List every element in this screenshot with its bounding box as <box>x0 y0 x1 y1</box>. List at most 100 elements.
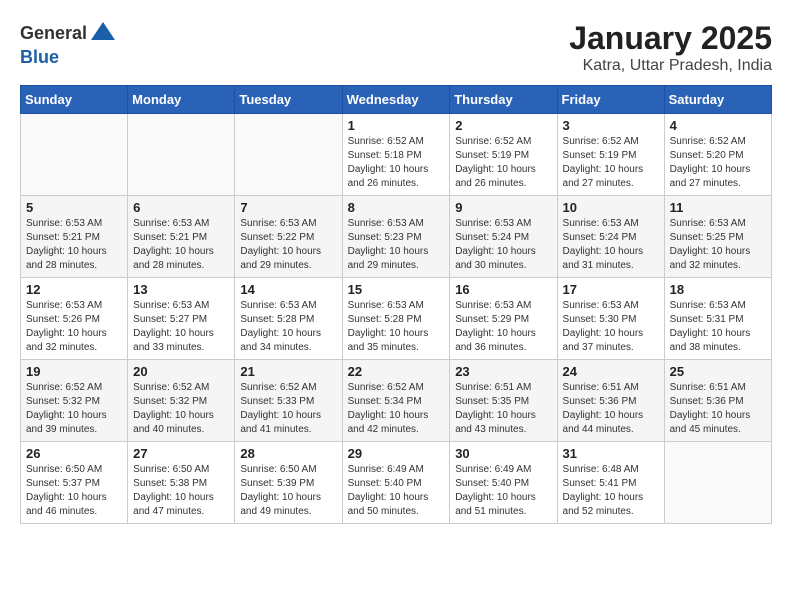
logo-general: General <box>20 23 87 43</box>
week-row-2: 5Sunrise: 6:53 AM Sunset: 5:21 PM Daylig… <box>21 196 772 278</box>
day-info: Sunrise: 6:50 AM Sunset: 5:39 PM Dayligh… <box>240 463 336 519</box>
weekday-saturday: Saturday <box>664 86 771 114</box>
day-number: 14 <box>240 282 336 297</box>
calendar-cell: 9 Sunrise: 6:53 AM Sunset: 5:24 PM Daylig… <box>450 196 557 278</box>
calendar-cell <box>664 442 771 524</box>
day-number: 29 <box>348 446 445 461</box>
week-row-4: 19 Sunrise: 6:52 AM Sunset: 5:32 PM Dayli… <box>21 360 772 442</box>
calendar-cell: 16Sunrise: 6:53 AM Sunset: 5:29 PM Dayli… <box>450 278 557 360</box>
day-number: 27 <box>133 446 229 461</box>
day-number: 11 <box>670 200 766 215</box>
day-info: Sunrise: 6:53 AM Sunset: 5:27 PM Dayligh… <box>133 299 229 355</box>
calendar-table: SundayMondayTuesdayWednesdayThursdayFrid… <box>20 85 772 524</box>
day-info: Sunrise: 6:53 AM Sunset: 5:30 PM Dayligh… <box>563 299 659 355</box>
day-number: 19 <box>26 364 122 379</box>
calendar-cell: 8 Sunrise: 6:53 AM Sunset: 5:23 PM Daylig… <box>342 196 450 278</box>
day-number: 18 <box>670 282 766 297</box>
day-number: 12 <box>26 282 122 297</box>
calendar-title: January 2025 <box>569 20 772 57</box>
weekday-friday: Friday <box>557 86 664 114</box>
day-number: 21 <box>240 364 336 379</box>
calendar-cell: 28 Sunrise: 6:50 AM Sunset: 5:39 PM Dayli… <box>235 442 342 524</box>
day-info: Sunrise: 6:53 AM Sunset: 5:21 PM Dayligh… <box>133 217 229 273</box>
day-number: 10 <box>563 200 659 215</box>
day-info: Sunrise: 6:51 AM Sunset: 5:36 PM Dayligh… <box>670 381 766 437</box>
day-info: Sunrise: 6:53 AM Sunset: 5:28 PM Dayligh… <box>348 299 445 355</box>
calendar-cell: 2 Sunrise: 6:52 AM Sunset: 5:19 PM Daylig… <box>450 114 557 196</box>
calendar-cell: 4 Sunrise: 6:52 AM Sunset: 5:20 PM Daylig… <box>664 114 771 196</box>
day-number: 9 <box>455 200 551 215</box>
day-info: Sunrise: 6:52 AM Sunset: 5:32 PM Dayligh… <box>133 381 229 437</box>
day-number: 8 <box>348 200 445 215</box>
day-info: Sunrise: 6:53 AM Sunset: 5:23 PM Dayligh… <box>348 217 445 273</box>
day-info: Sunrise: 6:52 AM Sunset: 5:20 PM Dayligh… <box>670 135 766 191</box>
day-number: 25 <box>670 364 766 379</box>
day-info: Sunrise: 6:53 AM Sunset: 5:31 PM Dayligh… <box>670 299 766 355</box>
weekday-wednesday: Wednesday <box>342 86 450 114</box>
day-info: Sunrise: 6:52 AM Sunset: 5:34 PM Dayligh… <box>348 381 445 437</box>
day-number: 30 <box>455 446 551 461</box>
calendar-cell: 23Sunrise: 6:51 AM Sunset: 5:35 PM Dayli… <box>450 360 557 442</box>
calendar-cell: 20 Sunrise: 6:52 AM Sunset: 5:32 PM Dayli… <box>128 360 235 442</box>
calendar-cell: 6 Sunrise: 6:53 AM Sunset: 5:21 PM Daylig… <box>128 196 235 278</box>
day-info: Sunrise: 6:53 AM Sunset: 5:24 PM Dayligh… <box>455 217 551 273</box>
calendar-cell: 5Sunrise: 6:53 AM Sunset: 5:21 PM Daylig… <box>21 196 128 278</box>
weekday-thursday: Thursday <box>450 86 557 114</box>
weekday-header-row: SundayMondayTuesdayWednesdayThursdayFrid… <box>21 86 772 114</box>
day-info: Sunrise: 6:52 AM Sunset: 5:19 PM Dayligh… <box>455 135 551 191</box>
day-number: 7 <box>240 200 336 215</box>
day-info: Sunrise: 6:51 AM Sunset: 5:36 PM Dayligh… <box>563 381 659 437</box>
day-info: Sunrise: 6:53 AM Sunset: 5:25 PM Dayligh… <box>670 217 766 273</box>
day-info: Sunrise: 6:53 AM Sunset: 5:29 PM Dayligh… <box>455 299 551 355</box>
day-number: 31 <box>563 446 659 461</box>
weekday-tuesday: Tuesday <box>235 86 342 114</box>
calendar-cell: 31 Sunrise: 6:48 AM Sunset: 5:41 PM Dayli… <box>557 442 664 524</box>
calendar-body: 1 Sunrise: 6:52 AM Sunset: 5:18 PM Daylig… <box>21 114 772 524</box>
day-number: 6 <box>133 200 229 215</box>
calendar-cell: 25 Sunrise: 6:51 AM Sunset: 5:36 PM Dayli… <box>664 360 771 442</box>
day-number: 28 <box>240 446 336 461</box>
weekday-monday: Monday <box>128 86 235 114</box>
calendar-cell: 1 Sunrise: 6:52 AM Sunset: 5:18 PM Daylig… <box>342 114 450 196</box>
day-number: 17 <box>563 282 659 297</box>
calendar-cell: 11 Sunrise: 6:53 AM Sunset: 5:25 PM Dayli… <box>664 196 771 278</box>
day-info: Sunrise: 6:48 AM Sunset: 5:41 PM Dayligh… <box>563 463 659 519</box>
calendar-cell: 21Sunrise: 6:52 AM Sunset: 5:33 PM Dayli… <box>235 360 342 442</box>
day-number: 3 <box>563 118 659 133</box>
day-number: 22 <box>348 364 445 379</box>
day-info: Sunrise: 6:53 AM Sunset: 5:22 PM Dayligh… <box>240 217 336 273</box>
day-number: 26 <box>26 446 122 461</box>
logo: General Blue <box>20 20 117 68</box>
day-info: Sunrise: 6:53 AM Sunset: 5:21 PM Dayligh… <box>26 217 122 273</box>
day-info: Sunrise: 6:53 AM Sunset: 5:24 PM Dayligh… <box>563 217 659 273</box>
calendar-cell: 27 Sunrise: 6:50 AM Sunset: 5:38 PM Dayli… <box>128 442 235 524</box>
day-number: 4 <box>670 118 766 133</box>
day-number: 1 <box>348 118 445 133</box>
calendar-cell: 19Sunrise: 6:52 AM Sunset: 5:32 PM Dayli… <box>21 360 128 442</box>
calendar-cell: 18 Sunrise: 6:53 AM Sunset: 5:31 PM Dayli… <box>664 278 771 360</box>
calendar-cell: 29Sunrise: 6:49 AM Sunset: 5:40 PM Dayli… <box>342 442 450 524</box>
calendar-cell: 22 Sunrise: 6:52 AM Sunset: 5:34 PM Dayli… <box>342 360 450 442</box>
day-number: 23 <box>455 364 551 379</box>
day-number: 2 <box>455 118 551 133</box>
page-header: General Blue January 2025 Katra, Uttar P… <box>20 20 772 75</box>
week-row-5: 26 Sunrise: 6:50 AM Sunset: 5:37 PM Dayli… <box>21 442 772 524</box>
calendar-cell <box>21 114 128 196</box>
calendar-cell: 14 Sunrise: 6:53 AM Sunset: 5:28 PM Dayli… <box>235 278 342 360</box>
day-number: 20 <box>133 364 229 379</box>
day-info: Sunrise: 6:52 AM Sunset: 5:18 PM Dayligh… <box>348 135 445 191</box>
day-info: Sunrise: 6:52 AM Sunset: 5:19 PM Dayligh… <box>563 135 659 191</box>
calendar-cell: 7 Sunrise: 6:53 AM Sunset: 5:22 PM Daylig… <box>235 196 342 278</box>
calendar-cell: 12Sunrise: 6:53 AM Sunset: 5:26 PM Dayli… <box>21 278 128 360</box>
day-info: Sunrise: 6:50 AM Sunset: 5:38 PM Dayligh… <box>133 463 229 519</box>
day-number: 15 <box>348 282 445 297</box>
calendar-cell: 13 Sunrise: 6:53 AM Sunset: 5:27 PM Dayli… <box>128 278 235 360</box>
day-number: 13 <box>133 282 229 297</box>
day-info: Sunrise: 6:53 AM Sunset: 5:28 PM Dayligh… <box>240 299 336 355</box>
week-row-3: 12Sunrise: 6:53 AM Sunset: 5:26 PM Dayli… <box>21 278 772 360</box>
day-info: Sunrise: 6:49 AM Sunset: 5:40 PM Dayligh… <box>455 463 551 519</box>
calendar-cell: 30 Sunrise: 6:49 AM Sunset: 5:40 PM Dayli… <box>450 442 557 524</box>
day-info: Sunrise: 6:50 AM Sunset: 5:37 PM Dayligh… <box>26 463 122 519</box>
weekday-sunday: Sunday <box>21 86 128 114</box>
calendar-cell <box>235 114 342 196</box>
